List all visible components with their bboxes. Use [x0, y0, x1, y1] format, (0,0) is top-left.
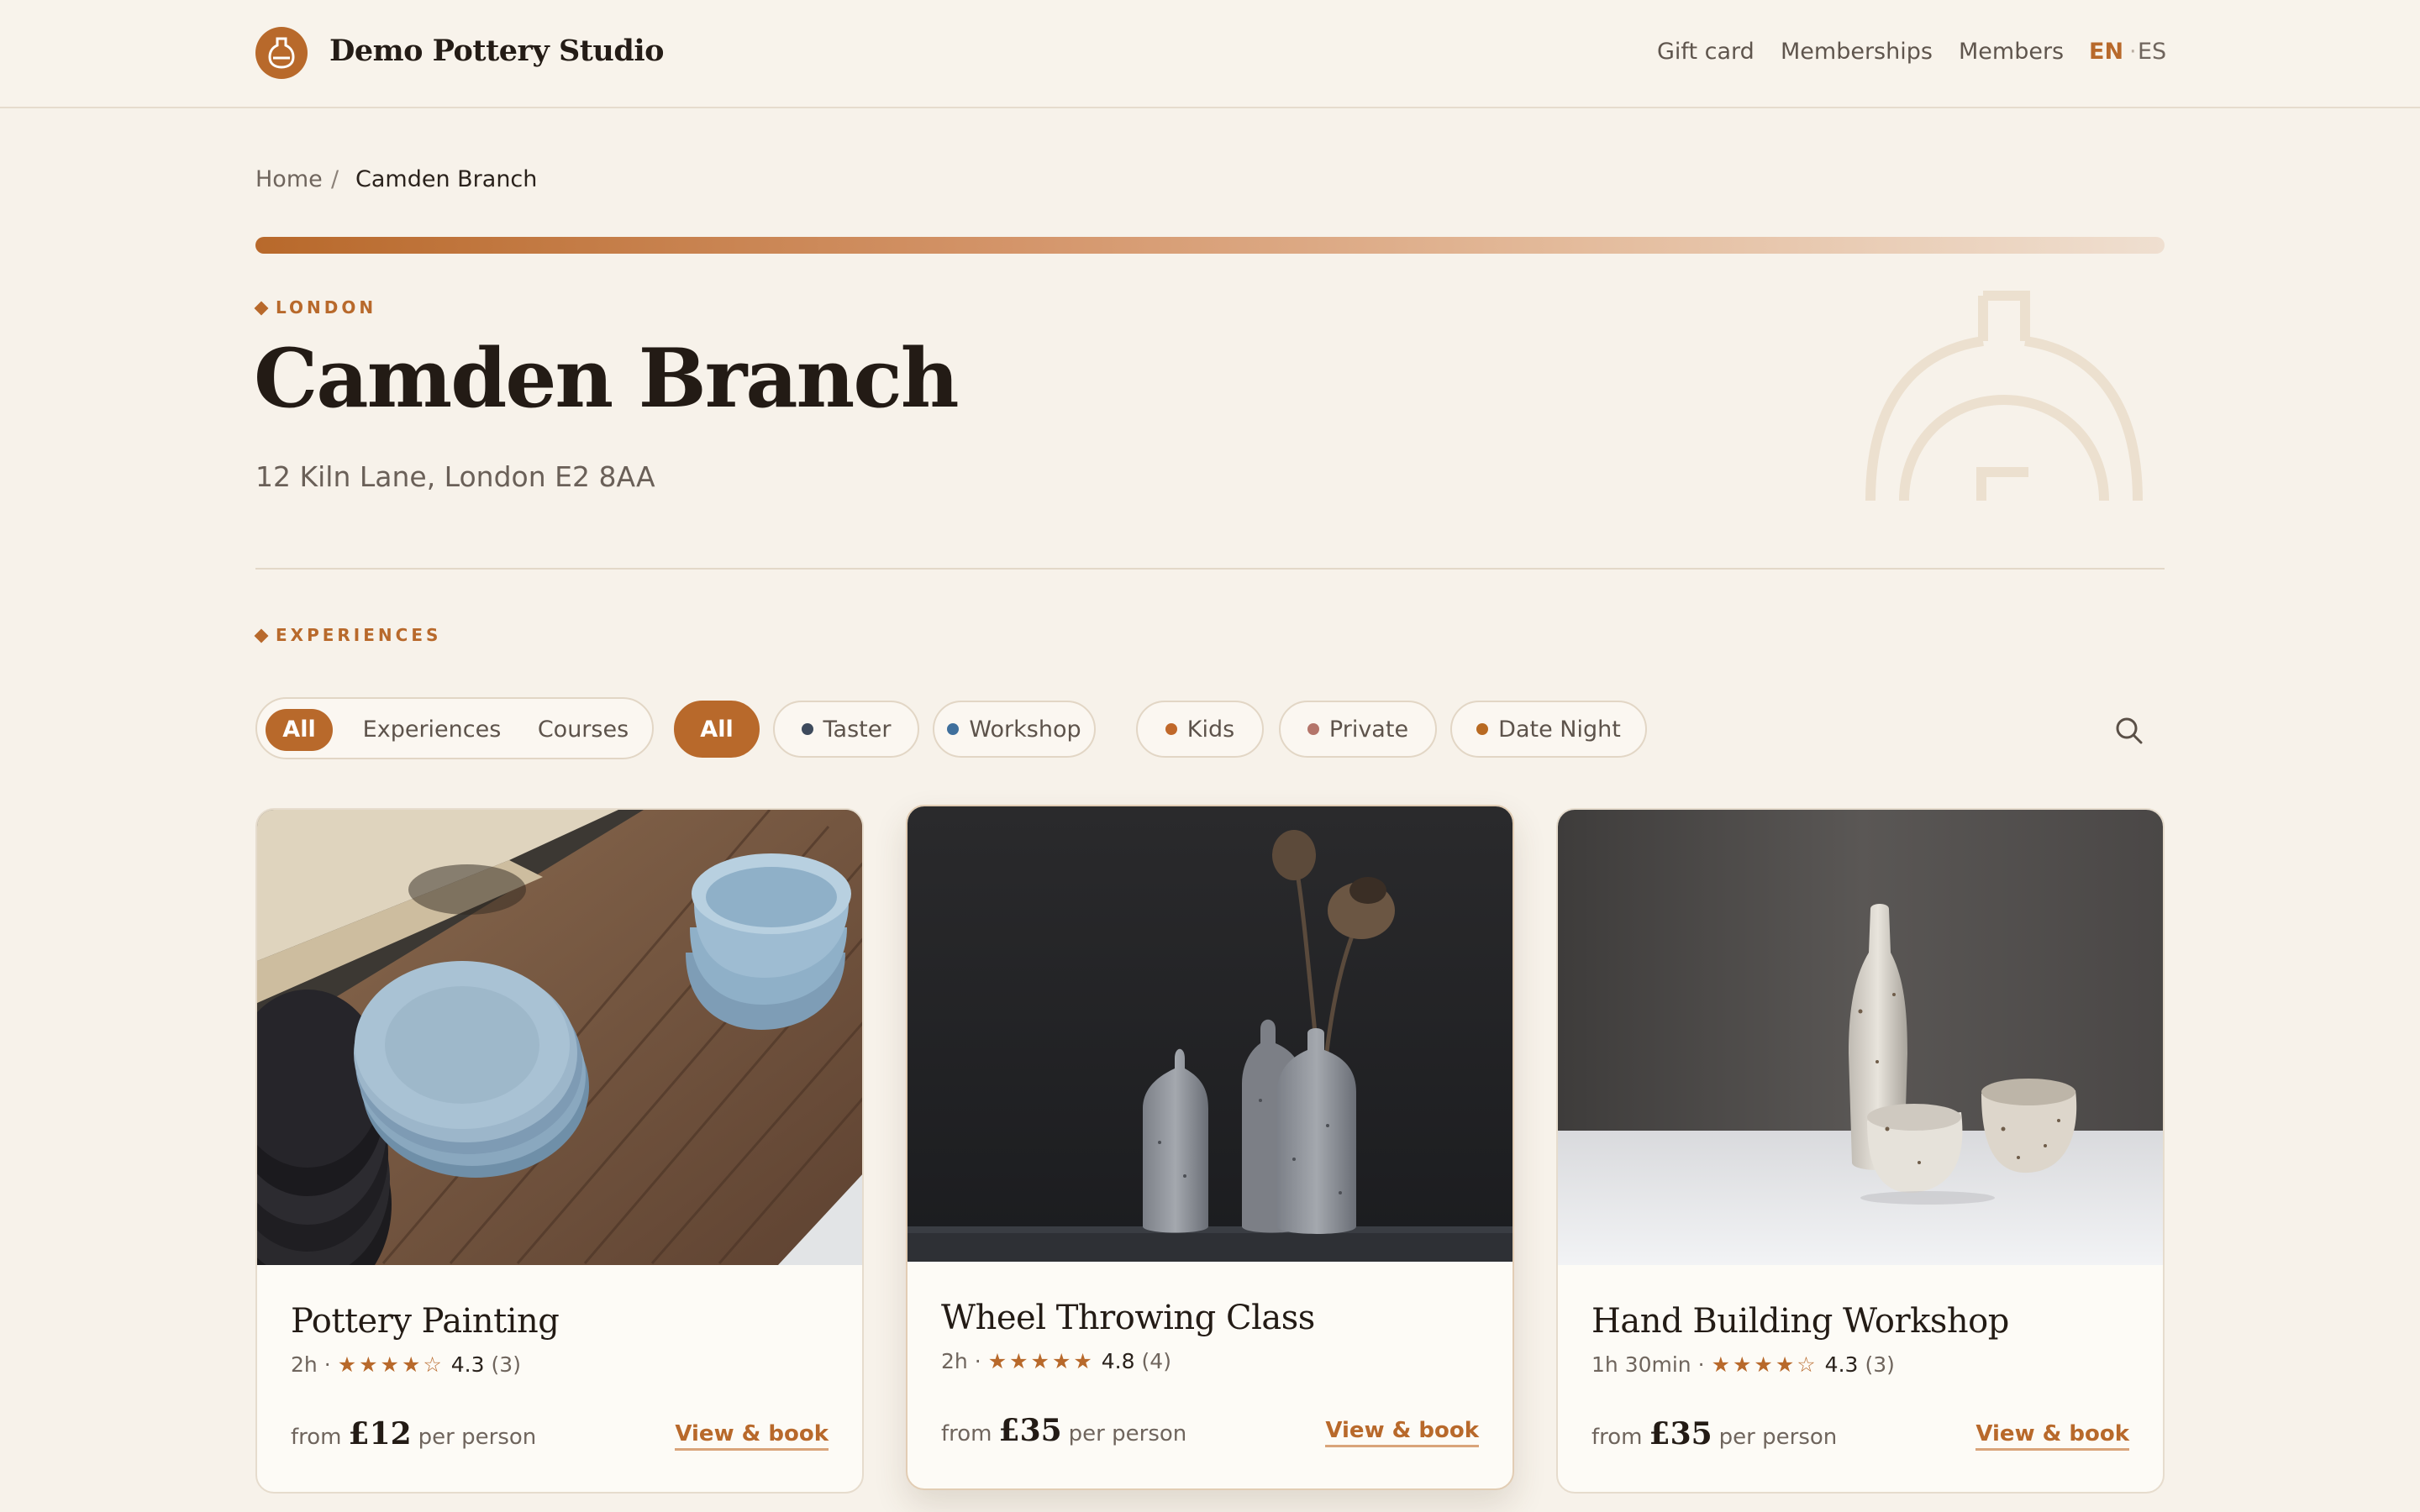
- star-rating-icon: ★★★★☆: [337, 1352, 445, 1377]
- section-divider: [255, 568, 2165, 570]
- chip-label: All: [700, 716, 734, 743]
- price-unit: per person: [1068, 1421, 1187, 1446]
- card-price: from £35 per person: [1591, 1416, 1837, 1452]
- eyebrow-diamond-icon: [254, 301, 269, 316]
- view-and-book-link[interactable]: View & book: [1325, 1418, 1479, 1447]
- card-meta: 1h 30min · ★★★★☆ 4.3 (3): [1591, 1352, 1895, 1377]
- language-en[interactable]: EN: [2089, 39, 2123, 65]
- star-rating-icon: ★★★★★: [987, 1349, 1095, 1373]
- accent-bar: [255, 237, 2165, 254]
- chip-date-night[interactable]: Date Night: [1450, 701, 1647, 758]
- segment-all[interactable]: All: [266, 709, 333, 751]
- card-duration: 1h 30min: [1591, 1352, 1691, 1377]
- category-dot-icon: [1307, 723, 1319, 735]
- search-icon[interactable]: [2111, 712, 2148, 749]
- breadcrumb-home[interactable]: Home: [255, 166, 323, 192]
- branch-address: 12 Kiln Lane, London E2 8AA: [255, 460, 655, 493]
- view-and-book-link[interactable]: View & book: [675, 1421, 829, 1451]
- card-duration: 2h: [291, 1352, 318, 1377]
- chip-all[interactable]: All: [674, 701, 760, 758]
- experience-card[interactable]: Pottery Painting 2h · ★★★★☆ 4.3 (3) from…: [255, 808, 864, 1494]
- view-and-book-link[interactable]: View & book: [1975, 1421, 2129, 1451]
- card-image: [257, 810, 862, 1265]
- experiences-eyebrow: EXPERIENCES: [276, 625, 442, 645]
- card-title[interactable]: Pottery Painting: [291, 1302, 560, 1341]
- brand-name[interactable]: Demo Pottery Studio: [329, 34, 664, 68]
- branch-city-eyebrow: LONDON: [276, 297, 377, 318]
- price-amount: £35: [1649, 1416, 1712, 1452]
- price-amount: £35: [998, 1413, 1062, 1448]
- card-review-count: (3): [491, 1352, 521, 1377]
- price-prefix: from: [941, 1421, 992, 1446]
- chip-kids[interactable]: Kids: [1136, 701, 1264, 758]
- kiln-watermark-icon: [1865, 291, 2143, 501]
- card-rating: 4.3: [450, 1352, 485, 1377]
- nav-members[interactable]: Members: [1959, 39, 2064, 65]
- card-rating: 4.3: [1824, 1352, 1859, 1377]
- meta-separator: ·: [1697, 1352, 1705, 1377]
- page-title: Camden Branch: [254, 331, 960, 426]
- chip-label: Workshop: [969, 716, 1081, 743]
- card-review-count: (3): [1865, 1352, 1895, 1377]
- category-dot-icon: [1476, 723, 1489, 735]
- eyebrow-diamond-icon: [254, 628, 269, 643]
- chip-taster[interactable]: Taster: [773, 701, 919, 758]
- card-image: [1558, 810, 2163, 1265]
- language-separator: ·: [2129, 39, 2137, 65]
- type-segmented-control: All Experiences Courses: [255, 697, 654, 759]
- card-title[interactable]: Wheel Throwing Class: [941, 1299, 1315, 1337]
- experience-card[interactable]: Hand Building Workshop 1h 30min · ★★★★☆ …: [1556, 808, 2165, 1494]
- card-meta: 2h · ★★★★★ 4.8 (4): [941, 1349, 1171, 1373]
- card-duration: 2h: [941, 1349, 968, 1373]
- breadcrumb-current: Camden Branch: [355, 166, 538, 192]
- price-unit: per person: [418, 1425, 537, 1450]
- chip-label: Private: [1328, 716, 1409, 743]
- card-title[interactable]: Hand Building Workshop: [1591, 1302, 2009, 1341]
- card-image: [908, 806, 1512, 1262]
- chip-workshop[interactable]: Workshop: [933, 701, 1096, 758]
- chip-private[interactable]: Private: [1279, 701, 1437, 758]
- card-review-count: (4): [1141, 1349, 1171, 1373]
- chip-label: Taster: [823, 716, 892, 743]
- price-unit: per person: [1718, 1425, 1838, 1450]
- price-amount: £12: [348, 1416, 412, 1452]
- price-prefix: from: [291, 1425, 342, 1450]
- segment-experiences[interactable]: Experiences: [348, 709, 516, 751]
- language-es[interactable]: ES: [2138, 39, 2166, 65]
- card-meta: 2h · ★★★★☆ 4.3 (3): [291, 1352, 521, 1377]
- meta-separator: ·: [324, 1352, 331, 1377]
- card-price: from £35 per person: [941, 1413, 1186, 1448]
- segment-courses[interactable]: Courses: [524, 709, 642, 751]
- nav-memberships[interactable]: Memberships: [1781, 39, 1933, 65]
- card-price: from £12 per person: [291, 1416, 536, 1452]
- price-prefix: from: [1591, 1425, 1643, 1450]
- category-dot-icon: [801, 723, 813, 735]
- pottery-logo-icon[interactable]: [255, 27, 308, 79]
- experience-card[interactable]: Wheel Throwing Class 2h · ★★★★★ 4.8 (4) …: [906, 805, 1514, 1490]
- chip-label: Date Night: [1498, 716, 1621, 743]
- breadcrumb-separator: /: [331, 166, 339, 192]
- nav-gift-card[interactable]: Gift card: [1657, 39, 1754, 65]
- category-dot-icon: [947, 723, 960, 735]
- card-rating: 4.8: [1101, 1349, 1135, 1373]
- meta-separator: ·: [974, 1349, 981, 1373]
- site-header: Demo Pottery Studio Gift card Membership…: [0, 0, 2420, 108]
- category-dot-icon: [1165, 723, 1177, 735]
- chip-label: Kids: [1186, 716, 1235, 743]
- star-rating-icon: ★★★★☆: [1711, 1352, 1818, 1377]
